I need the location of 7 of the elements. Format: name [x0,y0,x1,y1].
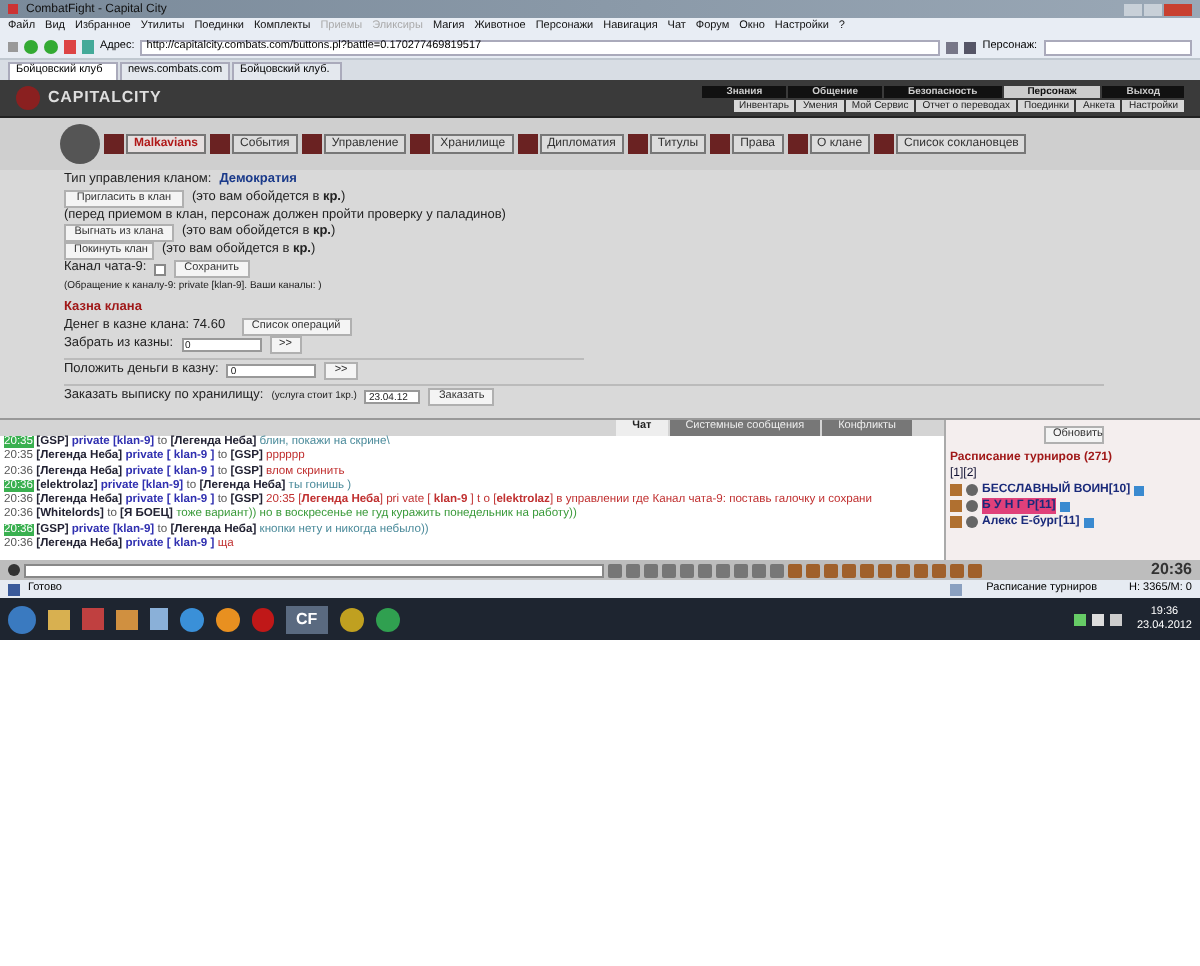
start-button-icon [8,605,36,633]
character-field[interactable] [1043,39,1192,55]
chat-clock: 20:36 [1151,562,1192,578]
taskbar-app[interactable]: CF [286,605,328,633]
channel-checkbox[interactable] [154,263,167,275]
chat-input[interactable] [24,563,604,577]
game-logo: CAPITALCITY [48,86,162,110]
